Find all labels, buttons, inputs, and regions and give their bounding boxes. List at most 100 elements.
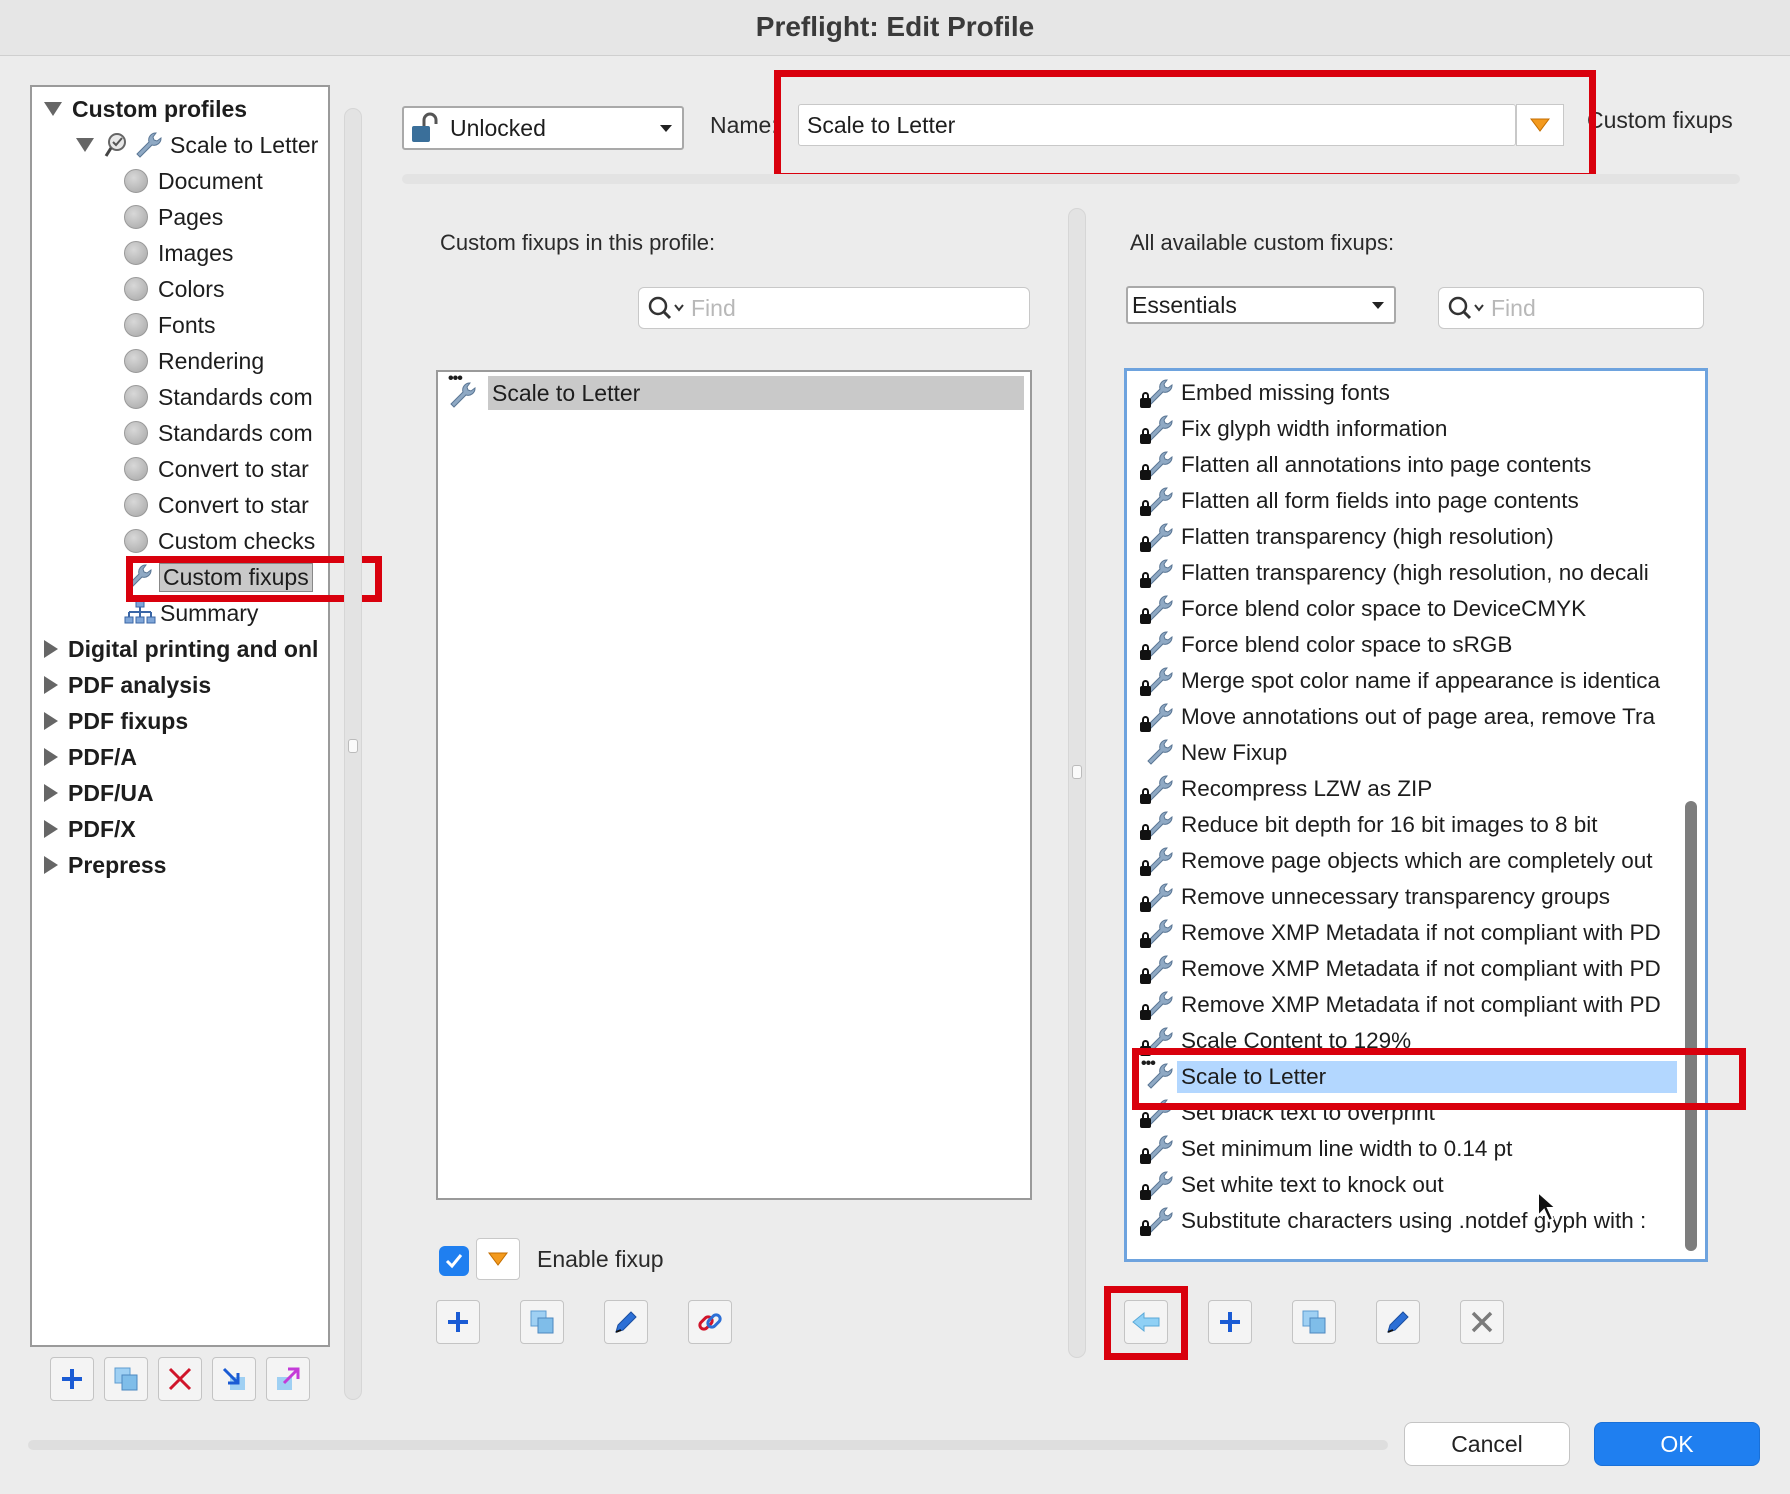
tree-item-fonts[interactable]: Fonts bbox=[124, 307, 328, 343]
list-item[interactable]: Set black text to overprint bbox=[1137, 1095, 1705, 1131]
tree-item-standards-1[interactable]: Standards com bbox=[124, 379, 328, 415]
list-item[interactable]: Remove XMP Metadata if not compliant wit… bbox=[1137, 987, 1705, 1023]
delete-profile-button[interactable] bbox=[158, 1357, 202, 1401]
disclosure-right-icon[interactable] bbox=[44, 640, 58, 658]
disclosure-right-icon[interactable] bbox=[44, 712, 58, 730]
list-item[interactable]: Flatten transparency (high resolution, n… bbox=[1137, 555, 1705, 591]
list-item[interactable]: ••• Scale to Letter bbox=[444, 372, 1024, 412]
tree-item-scale-to-letter[interactable]: Scale to Letter bbox=[76, 127, 328, 163]
profile-name-field[interactable]: Scale to Letter bbox=[798, 104, 1516, 146]
list-item[interactable]: Remove page objects which are completely… bbox=[1137, 843, 1705, 879]
tree-item-rendering[interactable]: Rendering bbox=[124, 343, 328, 379]
disclosure-down-icon[interactable] bbox=[76, 138, 94, 152]
tree-item-summary[interactable]: Summary bbox=[124, 595, 328, 631]
name-label: Name: bbox=[710, 112, 778, 138]
tree-group-pdf-x[interactable]: PDF/X bbox=[44, 811, 328, 847]
list-item[interactable]: Substitute characters using .notdef glyp… bbox=[1137, 1203, 1705, 1239]
list-item-label: Flatten transparency (high resolution) bbox=[1181, 524, 1554, 549]
tree-group-pdf-fixups[interactable]: PDF fixups bbox=[44, 703, 328, 739]
tree-group-pdf-analysis[interactable]: PDF analysis bbox=[44, 667, 328, 703]
enable-fixup-checkbox[interactable] bbox=[439, 1246, 469, 1276]
lock-icon bbox=[1140, 1184, 1151, 1200]
list-item[interactable]: Set minimum line width to 0.14 pt bbox=[1137, 1131, 1705, 1167]
disclosure-right-icon[interactable] bbox=[44, 784, 58, 802]
add-to-profile-button[interactable] bbox=[1124, 1300, 1168, 1344]
list-item[interactable]: Flatten all form fields into page conten… bbox=[1137, 483, 1705, 519]
list-item[interactable]: Force blend color space to sRGB bbox=[1137, 627, 1705, 663]
import-profile-button[interactable] bbox=[212, 1357, 256, 1401]
duplicate-available-button[interactable] bbox=[1292, 1300, 1336, 1344]
add-profile-button[interactable] bbox=[50, 1357, 94, 1401]
available-fixups-list[interactable]: Substitute characters using .notdef glyp… bbox=[1124, 368, 1708, 1262]
library-popup[interactable]: Essentials bbox=[1126, 286, 1396, 324]
list-item[interactable]: Fix glyph width information bbox=[1137, 411, 1705, 447]
cancel-button[interactable]: Cancel bbox=[1404, 1422, 1570, 1466]
tree-item-convert-1[interactable]: Convert to star bbox=[124, 451, 328, 487]
tree-item-label: Convert to star bbox=[158, 455, 309, 482]
tree-group-prepress[interactable]: Prepress bbox=[44, 847, 328, 883]
edit-fixup-button[interactable] bbox=[604, 1300, 648, 1344]
delete-available-button[interactable] bbox=[1460, 1300, 1504, 1344]
tree-item-custom-fixups[interactable]: Custom fixups bbox=[124, 559, 328, 595]
list-item[interactable]: Flatten transparency (high resolution) bbox=[1137, 519, 1705, 555]
list-item[interactable]: Move annotations out of page area, remov… bbox=[1137, 699, 1705, 735]
splitter-handle[interactable] bbox=[344, 108, 362, 1400]
list-item[interactable]: Merge spot color name if appearance is i… bbox=[1137, 663, 1705, 699]
tree-group-pdf-ua[interactable]: PDF/UA bbox=[44, 775, 328, 811]
disclosure-right-icon[interactable] bbox=[44, 856, 58, 874]
bottom-scrollbar[interactable] bbox=[28, 1440, 1388, 1450]
list-item[interactable]: Recompress LZW as ZIP bbox=[1137, 771, 1705, 807]
lock-icon bbox=[1140, 932, 1151, 948]
lock-icon bbox=[1140, 1004, 1151, 1020]
disclosure-right-icon[interactable] bbox=[44, 748, 58, 766]
tree-group-digital-printing[interactable]: Digital printing and onl bbox=[44, 631, 328, 667]
splitter-handle[interactable] bbox=[1068, 208, 1086, 1358]
tree-item-label: PDF analysis bbox=[68, 671, 212, 698]
list-item[interactable]: Embed missing fonts bbox=[1137, 375, 1705, 411]
list-item[interactable]: Force blend color space to DeviceCMYK bbox=[1137, 591, 1705, 627]
tree-item-standards-2[interactable]: Standards com bbox=[124, 415, 328, 451]
list-item[interactable]: Flatten all annotations into page conten… bbox=[1137, 447, 1705, 483]
available-search-field[interactable]: Find bbox=[1438, 287, 1704, 329]
add-fixup-button[interactable] bbox=[436, 1300, 480, 1344]
duplicate-profile-button[interactable] bbox=[104, 1357, 148, 1401]
tree-group-pdf-a[interactable]: PDF/A bbox=[44, 739, 328, 775]
ok-button[interactable]: OK bbox=[1594, 1422, 1760, 1466]
name-dropdown-button[interactable] bbox=[1516, 104, 1564, 146]
status-circle-icon bbox=[124, 205, 148, 229]
list-item-label: Remove XMP Metadata if not compliant wit… bbox=[1181, 956, 1661, 981]
list-item[interactable]: Set white text to knock out bbox=[1137, 1167, 1705, 1203]
in-profile-list[interactable]: ••• Scale to Letter bbox=[436, 370, 1032, 1200]
enable-fixup-options-button[interactable] bbox=[476, 1238, 520, 1280]
export-profile-button[interactable] bbox=[266, 1357, 310, 1401]
list-item[interactable]: Reduce bit depth for 16 bit images to 8 … bbox=[1137, 807, 1705, 843]
disclosure-down-icon[interactable] bbox=[44, 102, 62, 116]
lock-icon bbox=[1140, 968, 1151, 984]
disclosure-right-icon[interactable] bbox=[44, 676, 58, 694]
tree-item-colors[interactable]: Colors bbox=[124, 271, 328, 307]
list-item[interactable]: New Fixup bbox=[1137, 735, 1705, 771]
tree-item-images[interactable]: Images bbox=[124, 235, 328, 271]
list-item[interactable]: ••• Scale to Letter bbox=[1137, 1059, 1705, 1095]
list-item[interactable]: Remove XMP Metadata if not compliant wit… bbox=[1137, 915, 1705, 951]
list-item[interactable]: Remove unnecessary transparency groups bbox=[1137, 879, 1705, 915]
list-item-label: Remove page objects which are completely… bbox=[1181, 848, 1653, 873]
tree-item-custom-profiles[interactable]: Custom profiles bbox=[44, 91, 328, 127]
disclosure-right-icon[interactable] bbox=[44, 820, 58, 838]
new-fixup-button[interactable] bbox=[1208, 1300, 1252, 1344]
tree-item-document[interactable]: Document bbox=[124, 163, 328, 199]
lock-popup[interactable]: Unlocked bbox=[402, 106, 684, 150]
tree-item-label: PDF fixups bbox=[68, 707, 189, 734]
plus-icon bbox=[448, 1312, 468, 1332]
list-item[interactable]: Remove XMP Metadata if not compliant wit… bbox=[1137, 951, 1705, 987]
profile-tree[interactable]: Custom profiles Scale to Letter Document… bbox=[30, 85, 330, 1347]
list-item[interactable]: Scale Content to 129% bbox=[1137, 1023, 1705, 1059]
edit-available-button[interactable] bbox=[1376, 1300, 1420, 1344]
duplicate-fixup-button[interactable] bbox=[520, 1300, 564, 1344]
unlink-fixup-button[interactable] bbox=[688, 1300, 732, 1344]
in-profile-search-field[interactable]: Find bbox=[638, 287, 1030, 329]
tree-item-custom-checks[interactable]: Custom checks bbox=[124, 523, 328, 559]
tree-item-convert-2[interactable]: Convert to star bbox=[124, 487, 328, 523]
tree-item-pages[interactable]: Pages bbox=[124, 199, 328, 235]
scrollbar-thumb[interactable] bbox=[1685, 801, 1697, 1251]
